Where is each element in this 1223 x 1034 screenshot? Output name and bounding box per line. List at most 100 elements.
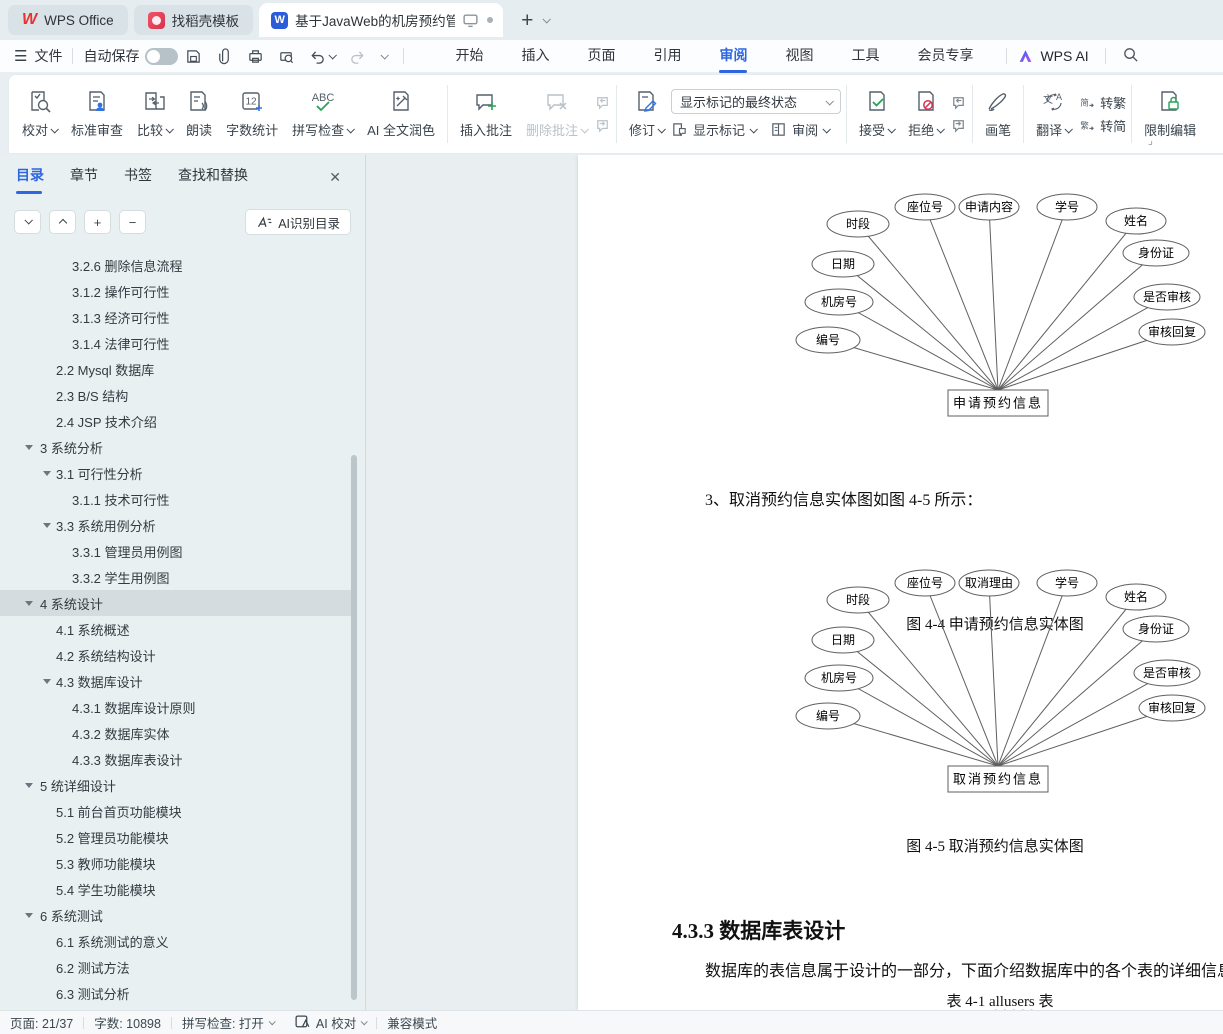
collapse-triangle-icon[interactable]: [43, 471, 51, 476]
expand-all-button[interactable]: +: [84, 210, 111, 234]
ai-polish-button[interactable]: AI 全文润色: [360, 85, 442, 143]
review-pane-button[interactable]: 审阅: [770, 120, 832, 139]
document-area[interactable]: 时段 座位号 申请内容 学号 姓名 身份证 日期 机房号 是否审核 审核回复 编号 申请预约信息 图 …: [367, 155, 1223, 1010]
toc-item[interactable]: 4.2 系统结构设计: [0, 642, 352, 668]
redo-button[interactable]: [349, 48, 366, 65]
ai-proofread-status[interactable]: AI 校对: [294, 1013, 368, 1032]
menu-会员专享[interactable]: 会员专享: [917, 45, 973, 67]
print-preview-button[interactable]: [278, 48, 295, 65]
hamburger-icon[interactable]: ☰: [14, 47, 27, 65]
proofread-button[interactable]: 校对: [15, 85, 64, 143]
show-markup-button[interactable]: 显示标记: [671, 120, 759, 139]
toc-item[interactable]: 2.4 JSP 技术介绍: [0, 408, 352, 434]
delete-comment-button[interactable]: 删除批注: [519, 85, 594, 143]
insert-comment-button[interactable]: 插入批注: [453, 85, 519, 143]
document-page[interactable]: 时段 座位号 申请内容 学号 姓名 身份证 日期 机房号 是否审核 审核回复 编号 申请预约信息 图 …: [578, 155, 1223, 1010]
menu-页面[interactable]: 页面: [587, 45, 615, 67]
collapse-triangle-icon[interactable]: [25, 913, 33, 918]
autosave-control[interactable]: 自动保存: [83, 46, 179, 66]
tab-list-chevron-icon[interactable]: [542, 15, 552, 24]
menu-视图[interactable]: 视图: [785, 45, 813, 67]
export-pdf-button[interactable]: [216, 47, 233, 65]
toc-item[interactable]: 3.3.1 管理员用例图: [0, 538, 352, 564]
toc-item[interactable]: 3.3 系统用例分析: [0, 512, 352, 538]
word-count-indicator[interactable]: 字数: 10898: [94, 1013, 161, 1032]
close-sidebar-icon[interactable]: ✕: [329, 169, 341, 186]
toc-item[interactable]: 5 统详细设计: [0, 772, 352, 798]
tab-bookmarks[interactable]: 书签: [124, 165, 152, 185]
toc-item[interactable]: 3 系统分析: [0, 434, 352, 460]
toc-item[interactable]: 5.3 教师功能模块: [0, 850, 352, 876]
read-aloud-button[interactable]: 朗读: [179, 85, 219, 143]
toc-item[interactable]: 4.3.2 数据库实体: [0, 720, 352, 746]
toc-item[interactable]: 2.3 B/S 结构: [0, 382, 352, 408]
toc-item[interactable]: 4.3.1 数据库设计原则: [0, 694, 352, 720]
ai-recognize-toc-button[interactable]: AI识别目录: [245, 209, 351, 235]
toc-item[interactable]: 4 系统设计: [0, 590, 352, 616]
collapse-triangle-icon[interactable]: [25, 783, 33, 788]
toc-item[interactable]: 3.1.4 法律可行性: [0, 330, 352, 356]
accept-revision-button[interactable]: 接受: [852, 85, 901, 143]
menu-插入[interactable]: 插入: [521, 45, 549, 67]
tab-wps-office[interactable]: W WPS Office: [8, 5, 128, 35]
toc-item[interactable]: 3.1.1 技术可行性: [0, 486, 352, 512]
toc-item[interactable]: 5.4 学生功能模块: [0, 876, 352, 902]
collapse-triangle-icon[interactable]: [25, 601, 33, 606]
menu-开始[interactable]: 开始: [455, 45, 483, 67]
toc-item[interactable]: 3.2.6 删除信息流程: [0, 252, 352, 278]
markup-state-dropdown[interactable]: 显示标记的最终状态: [671, 89, 842, 114]
toc-item[interactable]: 5.2 管理员功能模块: [0, 824, 352, 850]
save-button[interactable]: [185, 48, 202, 65]
toc-item[interactable]: 3.1.2 操作可行性: [0, 278, 352, 304]
compare-button[interactable]: 比较: [130, 85, 179, 143]
toc-item[interactable]: 4.1 系统概述: [0, 616, 352, 642]
toc-item[interactable]: 3.3.2 学生用例图: [0, 564, 352, 590]
search-icon[interactable]: [1122, 46, 1139, 66]
quickbar-chevron-icon[interactable]: [380, 51, 390, 60]
collapse-triangle-icon[interactable]: [25, 445, 33, 450]
sidebar-scrollbar[interactable]: [351, 455, 357, 1000]
autosave-toggle[interactable]: [145, 47, 179, 65]
wps-ai-button[interactable]: WPS AI: [1017, 48, 1089, 65]
previous-revision-button[interactable]: [950, 94, 967, 111]
undo-button[interactable]: [309, 48, 338, 65]
ribbon-expand-icon[interactable]: ⌟: [1148, 134, 1153, 147]
next-revision-button[interactable]: [950, 117, 967, 134]
collapse-triangle-icon[interactable]: [43, 523, 51, 528]
ink-brush-button[interactable]: 画笔: [978, 85, 1018, 143]
toc-item[interactable]: 3.1 可行性分析: [0, 460, 352, 486]
menu-工具[interactable]: 工具: [851, 45, 879, 67]
tab-toc[interactable]: 目录: [16, 165, 44, 194]
to-simplified-button[interactable]: 繁 转简: [1078, 116, 1126, 135]
spell-check-button[interactable]: ABC 拼写检查: [285, 85, 360, 143]
toc-item[interactable]: 4.3 数据库设计: [0, 668, 352, 694]
file-menu[interactable]: 文件: [34, 46, 62, 66]
toc-item[interactable]: 5.1 前台首页功能模块: [0, 798, 352, 824]
menu-审阅[interactable]: 审阅: [719, 45, 747, 67]
print-button[interactable]: [247, 48, 264, 65]
track-changes-button[interactable]: 修订: [622, 85, 671, 143]
spellcheck-status[interactable]: 拼写检查: 打开: [182, 1013, 276, 1032]
reject-revision-button[interactable]: 拒绝: [901, 85, 950, 143]
previous-comment-button[interactable]: [594, 94, 611, 111]
toc-item[interactable]: 4.3.3 数据库表设计: [0, 746, 352, 772]
tab-current-document[interactable]: W 基于JavaWeb的机房预约管理: [259, 3, 504, 37]
page-indicator[interactable]: 页面: 21/37: [10, 1013, 73, 1032]
tab-docer-template[interactable]: 找稻壳模板: [133, 5, 254, 35]
new-tab-button[interactable]: +: [521, 10, 533, 31]
screen-share-icon[interactable]: [462, 12, 479, 29]
menu-引用[interactable]: 引用: [653, 45, 681, 67]
toc-item[interactable]: 2.2 Mysql 数据库: [0, 356, 352, 382]
translate-button[interactable]: 文A 翻译: [1029, 85, 1078, 143]
toc-item[interactable]: 6 系统测试: [0, 902, 352, 928]
collapse-up-button[interactable]: [49, 210, 76, 234]
toc-item[interactable]: 6.1 系统测试的意义: [0, 928, 352, 954]
collapse-all-button[interactable]: −: [119, 210, 146, 234]
toc-item[interactable]: 6.2 测试方法: [0, 954, 352, 980]
collapse-triangle-icon[interactable]: [43, 679, 51, 684]
word-count-button[interactable]: 12 字数统计: [219, 85, 285, 143]
standard-review-button[interactable]: 标准审查: [64, 85, 130, 143]
toc-item[interactable]: 3.1.3 经济可行性: [0, 304, 352, 330]
toc-item[interactable]: 6.3 测试分析: [0, 980, 352, 1006]
undo-chevron-icon[interactable]: [328, 51, 338, 60]
